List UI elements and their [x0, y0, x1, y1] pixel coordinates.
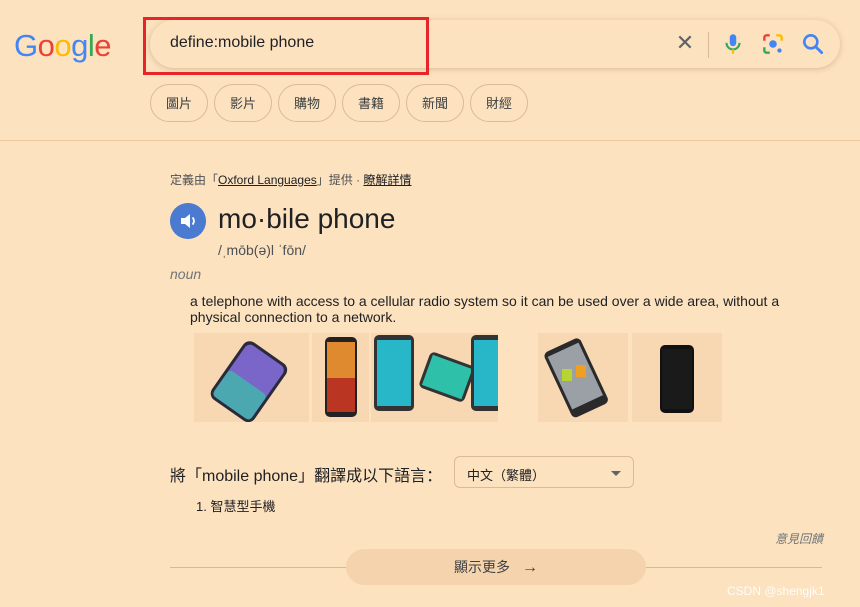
- watermark: CSDN @shengjk1: [727, 584, 825, 598]
- language-selected: 中文（繁體）: [467, 468, 546, 483]
- show-more-button[interactable]: 顯示更多 →: [346, 549, 646, 585]
- google-lens-icon[interactable]: [760, 31, 786, 57]
- part-of-speech: noun: [170, 266, 202, 282]
- chevron-down-icon: [611, 471, 621, 476]
- headword: mo·bile phone: [218, 203, 396, 234]
- language-select[interactable]: 中文（繁體）: [454, 456, 634, 488]
- pronunciation: /ˌmōb(ə)l ˈfōn/: [218, 242, 306, 258]
- dictionary-source: 定義由「Oxford Languages」提供 · 瞭解詳情: [170, 173, 412, 187]
- search-icon[interactable]: [800, 31, 826, 57]
- google-logo[interactable]: Google: [14, 28, 112, 64]
- definition-text: a telephone with access to a cellular ra…: [190, 293, 780, 325]
- feedback-link[interactable]: 意見回饋: [775, 530, 823, 547]
- translation-label: 將「mobile phone」翻譯成以下語言：: [170, 468, 443, 485]
- learn-more-link[interactable]: 瞭解詳情: [363, 173, 411, 187]
- chip-finance[interactable]: 財經: [470, 84, 528, 122]
- chip-videos[interactable]: 影片: [214, 84, 272, 122]
- oxford-languages-link[interactable]: Oxford Languages: [218, 173, 317, 187]
- highlight-box: [143, 17, 429, 75]
- search-divider: [708, 32, 709, 58]
- arrow-right-icon: →: [521, 559, 538, 576]
- close-icon[interactable]: ✕: [673, 32, 697, 56]
- chip-books[interactable]: 書籍: [342, 84, 400, 122]
- chip-news[interactable]: 新聞: [406, 84, 464, 122]
- speaker-icon[interactable]: [170, 203, 206, 239]
- chip-images[interactable]: 圖片: [150, 84, 208, 122]
- phone-image-1[interactable]: [194, 333, 309, 422]
- phone-image-2[interactable]: [312, 333, 369, 422]
- translation-result: 1. 智慧型手機: [196, 499, 276, 514]
- phone-image-3[interactable]: [371, 333, 498, 422]
- chip-shopping[interactable]: 購物: [278, 84, 336, 122]
- phone-image-5[interactable]: [632, 333, 722, 422]
- phone-image-4[interactable]: [538, 333, 628, 422]
- microphone-icon[interactable]: [720, 31, 746, 57]
- header: Google ✕ 圖片 影片 購物 書籍 新聞 財經: [0, 0, 860, 141]
